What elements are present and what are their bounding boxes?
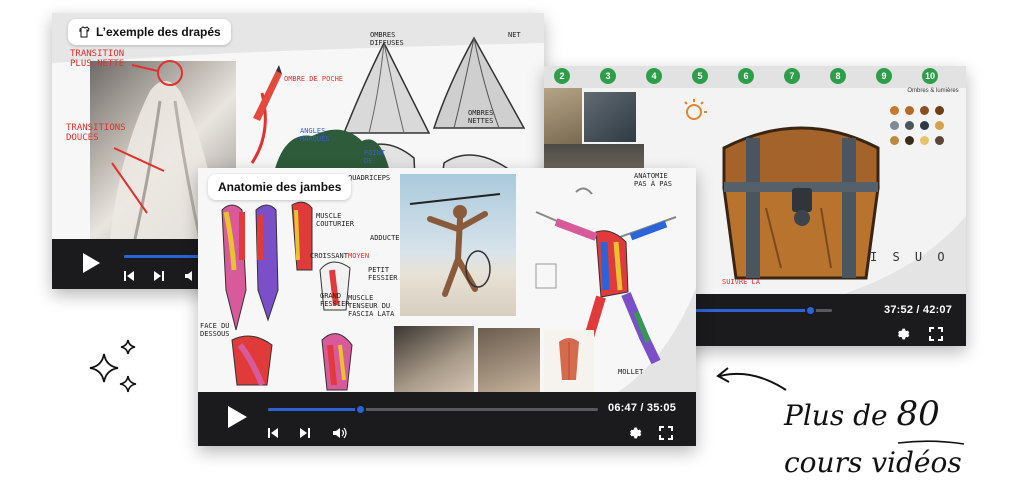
video-title-drapes: L’exemple des drapés (68, 19, 231, 45)
video-title-jambes-text: Anatomie des jambes (218, 180, 342, 194)
palette-swatch (890, 106, 899, 115)
reference-photo-2 (584, 92, 636, 142)
volume-button-drapes[interactable] (184, 269, 198, 283)
annotation-muscle-couturier: MUSCLE COUTURIER (316, 212, 354, 228)
fullscreen-icon (929, 327, 943, 341)
settings-button-chest[interactable] (894, 326, 910, 342)
step-3[interactable]: 3 (600, 68, 616, 84)
progress-fill-chest (684, 309, 810, 312)
settings-button-jambes[interactable] (626, 425, 642, 441)
previous-button-jambes[interactable] (266, 426, 280, 440)
annotation-angles-marques: ANGLES MARQUÉS (300, 127, 330, 143)
control-bar-jambes: 06:47 / 35:05 (198, 392, 696, 446)
annotation-net: NET (508, 31, 521, 39)
step-10[interactable]: 10 (922, 68, 938, 84)
annotation-anatomie-pas-a-pas: ANATOMIE PAS À PAS (634, 172, 672, 188)
timecode-jambes: 06:47 / 35:05 (608, 402, 677, 414)
annotation-quadriceps: QUADRICEPS (348, 174, 391, 182)
shirt-icon (79, 26, 90, 38)
step-5[interactable]: 5 (692, 68, 708, 84)
pencil-icon (253, 65, 282, 121)
stage: TRANSITION PLUS NETTE TRANSITIONS DOUCES… (0, 0, 1024, 504)
handdrawn-arrow-icon (716, 367, 787, 391)
palette-title: Ombres & lumières (907, 88, 959, 94)
next-button-jambes[interactable] (298, 426, 312, 440)
step-4[interactable]: 4 (646, 68, 662, 84)
skip-next-icon (154, 271, 164, 281)
athlete-figure (409, 193, 501, 297)
step-9[interactable]: 9 (876, 68, 892, 84)
gear-icon (898, 328, 910, 340)
sparkles-icon (89, 339, 137, 393)
annotation-suivre-la: SUIVRE LA (722, 278, 760, 286)
palette-swatch (905, 136, 914, 145)
play-button-jambes[interactable] (224, 402, 250, 432)
annotation-ombres-nettes: OMBRES NETTES (468, 109, 494, 125)
next-button-drapes[interactable] (152, 269, 166, 283)
treasure-chest-illustration (722, 126, 880, 280)
tagline-line1: Plus de 80 (784, 394, 940, 434)
annotation-muscle-tenseur: MUSCLE TENSEUR DU FASCIA LATA (348, 294, 395, 318)
step-7[interactable]: 7 (784, 68, 800, 84)
step-6[interactable]: 6 (738, 68, 754, 84)
gear-icon (630, 427, 642, 439)
palette-swatch (890, 121, 899, 130)
volume-icon (185, 271, 192, 281)
play-icon (228, 406, 247, 428)
muscle-diagram-photo (544, 330, 594, 392)
fullscreen-button-jambes[interactable] (658, 425, 674, 441)
fullscreen-icon (659, 426, 673, 440)
anatomy-figure-sketch (535, 187, 677, 369)
athlete-photo (400, 174, 516, 316)
play-button-drapes[interactable] (78, 249, 104, 277)
timecode-chest: 37:52 / 42:07 (884, 304, 953, 316)
progress-knob-jambes[interactable] (355, 404, 366, 415)
palette-swatch (905, 106, 914, 115)
progress-fill-jambes (268, 408, 360, 411)
video-player-jambes[interactable]: QUADRICEPS MUSCLE COUTURIER ADDUCTEURS C… (198, 168, 696, 446)
statue-photo-1 (394, 326, 474, 392)
palette-swatch (920, 136, 929, 145)
progress-bar-chest[interactable] (684, 305, 832, 316)
progress-bar-jambes[interactable] (268, 404, 598, 415)
progress-knob-chest[interactable] (805, 305, 816, 316)
annotation-petit-fessier: PETIT FESSIER (368, 266, 398, 282)
letter-sketches: I S U O (870, 250, 949, 264)
annotation-croissant: CROISSANT (310, 252, 348, 260)
step-2[interactable]: 2 (554, 68, 570, 84)
skip-previous-icon (268, 428, 278, 438)
step-8[interactable]: 8 (830, 68, 846, 84)
palette-swatch (905, 121, 914, 130)
palette-swatch (935, 121, 944, 130)
calf-muscle-drawing (559, 338, 579, 380)
tagline-number: 80 (896, 394, 940, 434)
volume-button-jambes[interactable] (332, 426, 348, 440)
annotation-point-de: POINT DE (364, 149, 386, 165)
palette-swatch (920, 106, 929, 115)
palette-swatch (935, 136, 944, 145)
statue-photo-2 (478, 328, 540, 392)
volume-icon (333, 427, 347, 439)
palette-swatch (920, 121, 929, 130)
annotation-ombres-diffuses: OMBRES DIFFUSES (370, 31, 404, 47)
play-icon (83, 253, 100, 273)
annotation-face-dessous: FACE DU DESSOUS (200, 322, 230, 338)
tagline-prefix: Plus de (784, 399, 888, 432)
fullscreen-button-chest[interactable] (928, 326, 944, 342)
video-title-jambes: Anatomie des jambes (208, 174, 352, 200)
palette-swatch (935, 106, 944, 115)
skip-next-icon (300, 428, 310, 438)
video-frame-jambes[interactable]: QUADRICEPS MUSCLE COUTURIER ADDUCTEURS C… (198, 168, 696, 392)
tagline-line2: cours vidéos (784, 446, 962, 479)
annotation-moyen: MOYEN (348, 252, 370, 260)
video-title-drapes-text: L’exemple des drapés (96, 25, 221, 39)
previous-button-drapes[interactable] (122, 269, 136, 283)
palette-swatch (890, 136, 899, 145)
annotation-mollet: MOLLET (618, 368, 644, 376)
skip-previous-icon (124, 271, 134, 281)
